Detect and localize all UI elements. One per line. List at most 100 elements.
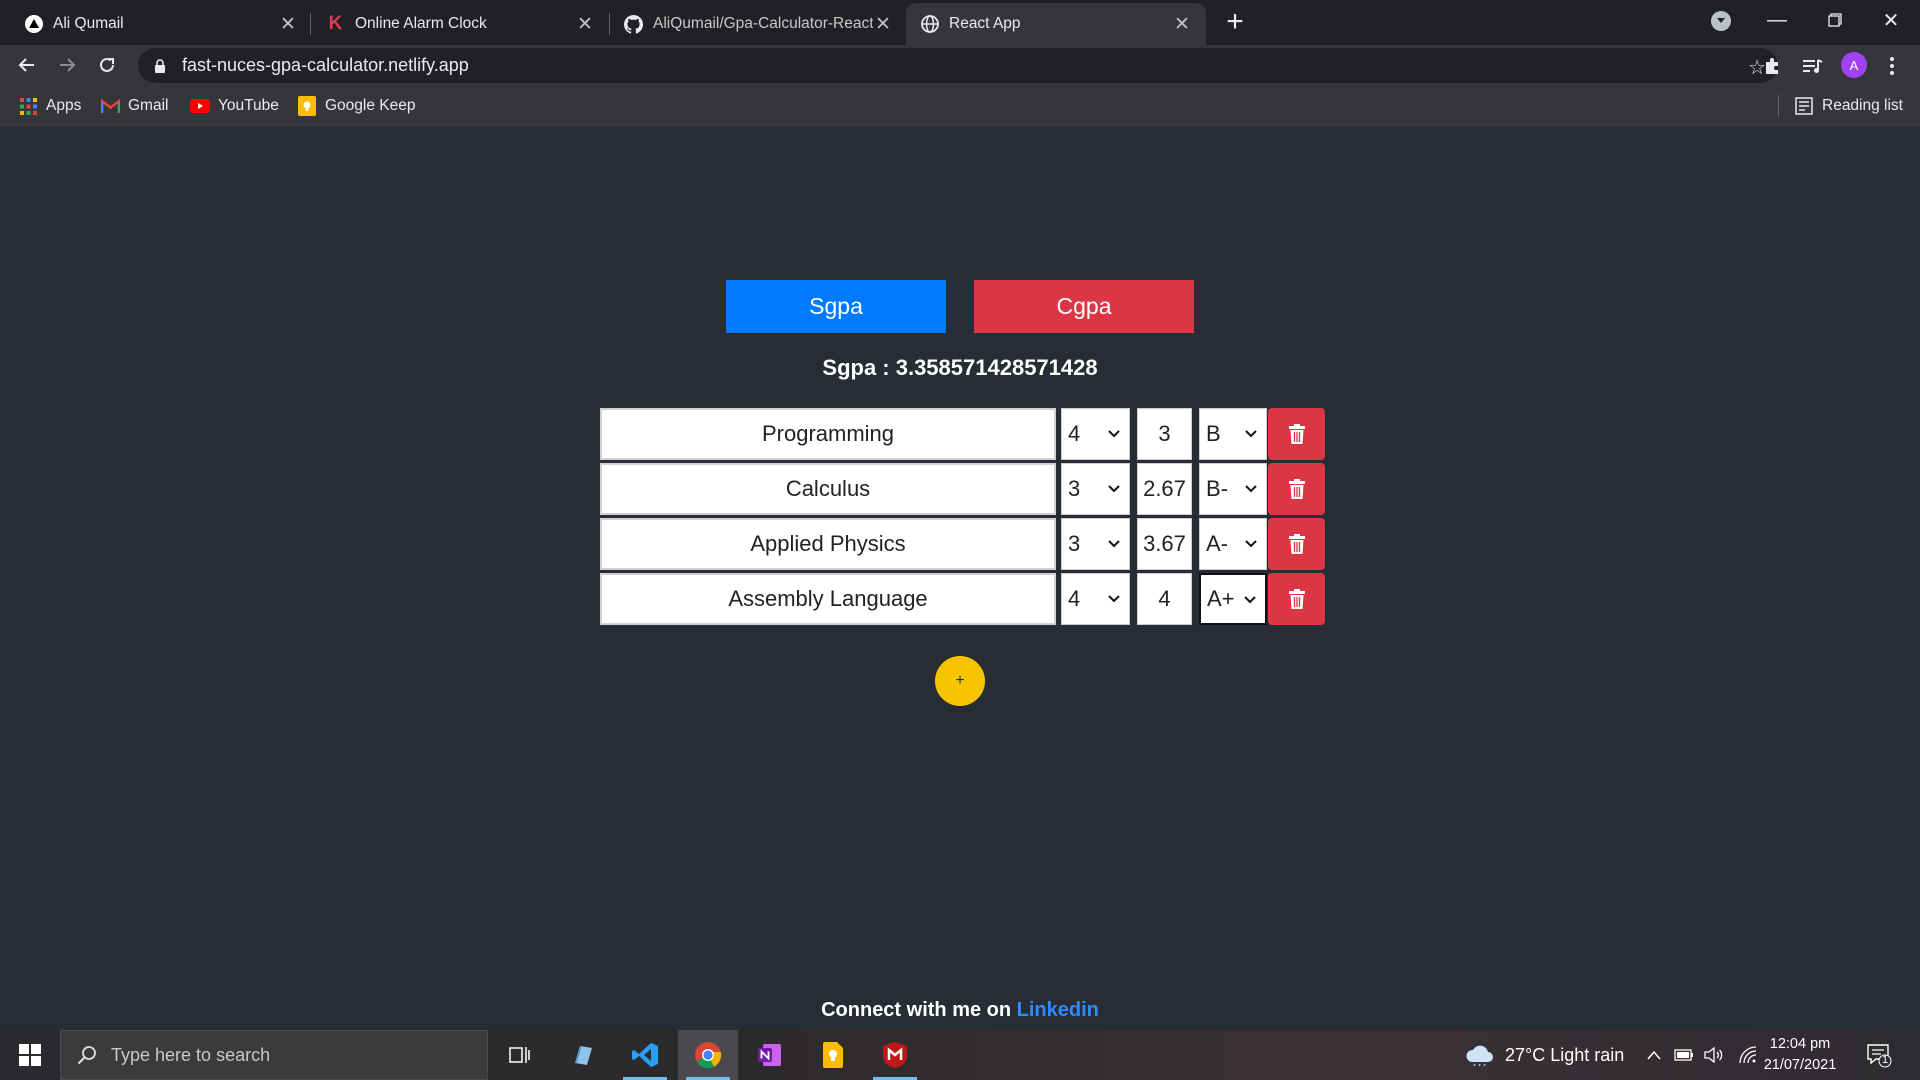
address-bar[interactable]: fast-nuces-gpa-calculator.netlify.app ☆ bbox=[138, 48, 1778, 83]
extensions-puzzle-icon[interactable] bbox=[1760, 54, 1784, 78]
notifications-button[interactable]: 1 bbox=[1866, 1030, 1892, 1080]
grade-select[interactable]: A- bbox=[1199, 518, 1267, 570]
reload-icon bbox=[100, 57, 114, 72]
grade-select[interactable]: A+ bbox=[1199, 573, 1267, 625]
credit-hours-select[interactable]: 3 bbox=[1061, 518, 1130, 570]
sgpa-button[interactable]: Sgpa bbox=[726, 280, 946, 333]
bookmark-label: YouTube bbox=[218, 97, 279, 114]
bookmark-youtube[interactable]: YouTube bbox=[190, 95, 279, 117]
trash-icon bbox=[1288, 534, 1305, 554]
grade-points-field: 3.67 bbox=[1137, 518, 1192, 570]
bookmark-gmail[interactable]: Gmail bbox=[100, 95, 168, 117]
search-placeholder: Type here to search bbox=[111, 1044, 271, 1065]
browser-toolbar: fast-nuces-gpa-calculator.netlify.app ☆ bbox=[0, 45, 1920, 85]
grade-select[interactable]: B bbox=[1199, 408, 1267, 460]
grade-select[interactable]: B- bbox=[1199, 463, 1267, 515]
minimize-button[interactable]: — bbox=[1748, 0, 1806, 40]
taskbar-app-notes[interactable] bbox=[553, 1030, 613, 1080]
notes-app-icon bbox=[575, 1046, 592, 1065]
delete-course-button[interactable] bbox=[1268, 463, 1325, 515]
delete-course-button[interactable] bbox=[1268, 408, 1325, 460]
close-window-button[interactable]: ✕ bbox=[1862, 0, 1920, 40]
course-name-input[interactable]: Calculus bbox=[600, 463, 1056, 515]
gpa-calculator-page: Sgpa Cgpa Sgpa : 3.358571428571428 Progr… bbox=[0, 127, 1920, 1030]
tab-react-app[interactable]: React App ✕ bbox=[906, 3, 1206, 45]
linkedin-link[interactable]: Linkedin bbox=[1017, 999, 1099, 1021]
taskbar-app-mcafee[interactable] bbox=[865, 1030, 925, 1080]
new-tab-button[interactable]: + bbox=[1220, 5, 1250, 38]
close-icon[interactable]: ✕ bbox=[575, 14, 595, 35]
vscode-icon bbox=[632, 1043, 658, 1067]
volume-icon bbox=[1704, 1047, 1723, 1063]
grade-value: B- bbox=[1206, 476, 1228, 501]
google-keep-icon bbox=[823, 1042, 843, 1068]
url-text: fast-nuces-gpa-calculator.netlify.app bbox=[182, 55, 469, 75]
reading-list-button[interactable]: Reading list bbox=[1794, 95, 1903, 117]
globe-icon bbox=[920, 15, 939, 34]
gmail-icon bbox=[100, 96, 120, 116]
back-button[interactable] bbox=[11, 49, 43, 81]
chrome-icon bbox=[695, 1042, 722, 1069]
delete-course-button[interactable] bbox=[1268, 518, 1325, 570]
youtube-icon bbox=[190, 96, 210, 116]
taskbar-app-chrome[interactable] bbox=[678, 1030, 738, 1080]
tab-title: Ali Qumail bbox=[53, 15, 124, 32]
google-keep-icon bbox=[297, 96, 317, 116]
add-course-button[interactable]: + bbox=[935, 656, 985, 706]
grade-points-field: 4 bbox=[1137, 573, 1192, 625]
bookmark-apps[interactable]: Apps bbox=[18, 95, 81, 117]
weather-widget[interactable]: 27°C Light rain bbox=[1465, 1030, 1624, 1080]
bookmark-google-keep[interactable]: Google Keep bbox=[297, 95, 416, 117]
credit-hours-value: 4 bbox=[1068, 421, 1081, 446]
course-row: Applied Physics 3 3.67 A- bbox=[600, 518, 1325, 570]
credit-hours-select[interactable]: 4 bbox=[1061, 408, 1130, 460]
forward-button[interactable] bbox=[51, 49, 83, 81]
tab-online-alarm-clock[interactable]: K Online Alarm Clock ✕ bbox=[312, 3, 609, 45]
tab-ali-qumail[interactable]: Ali Qumail ✕ bbox=[10, 3, 312, 45]
notification-count: 1 bbox=[1881, 1054, 1889, 1066]
chevron-down-icon bbox=[1108, 430, 1120, 438]
chevron-down-icon bbox=[1245, 540, 1257, 548]
credit-hours-select[interactable]: 4 bbox=[1061, 573, 1130, 625]
credit-hours-value: 4 bbox=[1068, 586, 1081, 611]
close-icon[interactable]: ✕ bbox=[873, 14, 893, 35]
taskbar-app-vscode[interactable] bbox=[615, 1030, 675, 1080]
chevron-down-icon bbox=[1245, 485, 1257, 493]
delete-course-button[interactable] bbox=[1268, 573, 1325, 625]
taskbar-clock[interactable]: 12:04 pm 21/07/2021 bbox=[1760, 1034, 1840, 1076]
tab-github-repo[interactable]: AliQumail/Gpa-Calculator-React- ✕ bbox=[610, 3, 907, 45]
search-icon bbox=[77, 1046, 96, 1065]
reload-button[interactable] bbox=[91, 49, 123, 81]
weather-text: 27°C Light rain bbox=[1505, 1044, 1625, 1065]
clock-time: 12:04 pm bbox=[1769, 1036, 1831, 1052]
tab-search-button[interactable] bbox=[1711, 11, 1731, 31]
cgpa-button[interactable]: Cgpa bbox=[974, 280, 1194, 333]
bookmarks-bar: Apps Gmail YouTube Google Keep Reading l… bbox=[0, 85, 1920, 127]
start-button[interactable] bbox=[0, 1030, 60, 1080]
arrow-left-icon bbox=[18, 58, 34, 72]
course-name-input[interactable]: Assembly Language bbox=[600, 573, 1056, 625]
close-icon[interactable]: ✕ bbox=[1172, 14, 1192, 35]
grade-value: B bbox=[1206, 421, 1221, 446]
course-name-input[interactable]: Applied Physics bbox=[600, 518, 1056, 570]
restore-button[interactable] bbox=[1806, 0, 1864, 40]
tab-title: React App bbox=[949, 15, 1021, 32]
tab-title: Online Alarm Clock bbox=[355, 15, 487, 32]
chevron-down-icon bbox=[1108, 485, 1120, 493]
chevron-up-icon bbox=[1647, 1050, 1661, 1060]
credit-hours-value: 3 bbox=[1068, 531, 1081, 556]
close-icon[interactable]: ✕ bbox=[278, 14, 298, 35]
course-name-input[interactable]: Programming bbox=[600, 408, 1056, 460]
profile-avatar[interactable]: A bbox=[1841, 52, 1867, 78]
taskbar-app-google-keep[interactable] bbox=[803, 1030, 863, 1080]
credit-hours-select[interactable]: 3 bbox=[1061, 463, 1130, 515]
bookmarks-divider bbox=[1778, 95, 1779, 117]
tab-strip: Ali Qumail ✕ K Online Alarm Clock ✕ AliQ… bbox=[0, 0, 1920, 45]
taskbar-app-onenote[interactable] bbox=[740, 1030, 800, 1080]
media-queue-icon[interactable] bbox=[1800, 54, 1824, 78]
github-icon bbox=[624, 14, 643, 34]
chrome-menu-icon[interactable] bbox=[1880, 54, 1904, 78]
task-view-button[interactable] bbox=[490, 1030, 550, 1080]
taskbar-search-input[interactable]: Type here to search bbox=[60, 1030, 488, 1080]
clock-date: 21/07/2021 bbox=[1763, 1057, 1837, 1073]
